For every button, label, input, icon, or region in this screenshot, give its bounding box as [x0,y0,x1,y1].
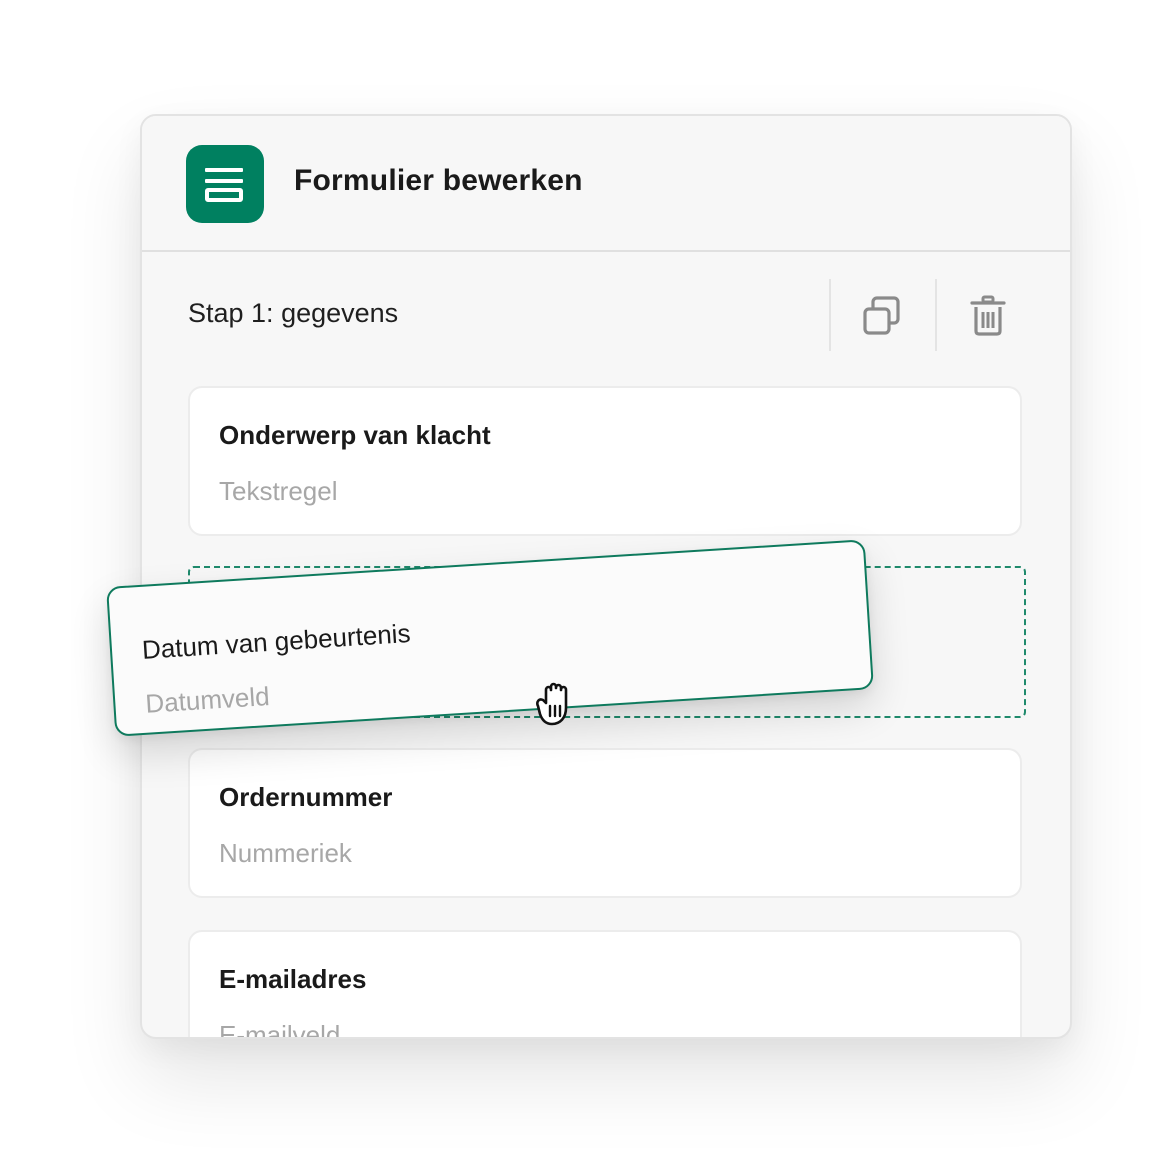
field-label: Onderwerp van klacht [219,420,491,450]
form-list-icon [186,145,264,223]
field-type: Datumveld [144,680,271,719]
field-card[interactable]: E-mailadres E-mailveld [188,930,1022,1039]
field-label: Datum van gebeurtenis [141,618,412,665]
field-type: Nummeriek [219,838,352,868]
field-type: Tekstregel [219,476,338,506]
page-title: Formulier bewerken [294,164,583,197]
field-label: E-mailadres [219,964,367,994]
toolbar-divider [829,279,831,351]
toolbar-divider [935,279,937,351]
duplicate-icon [863,296,900,335]
field-card[interactable]: Onderwerp van klacht Tekstregel [188,386,1022,536]
delete-button[interactable] [964,292,1012,340]
duplicate-button[interactable] [858,292,906,340]
grab-hand-icon [536,682,568,726]
stage: Formulier bewerken Stap 1: gegevens Onde… [0,0,1150,1150]
trash-icon [970,295,1006,336]
panel-header: Formulier bewerken [142,116,1070,252]
field-label: Ordernummer [219,782,393,812]
field-type: E-mailveld [219,1020,341,1039]
field-card[interactable]: Ordernummer Nummeriek [188,748,1022,898]
step-title: Stap 1: gegevens [188,298,399,328]
